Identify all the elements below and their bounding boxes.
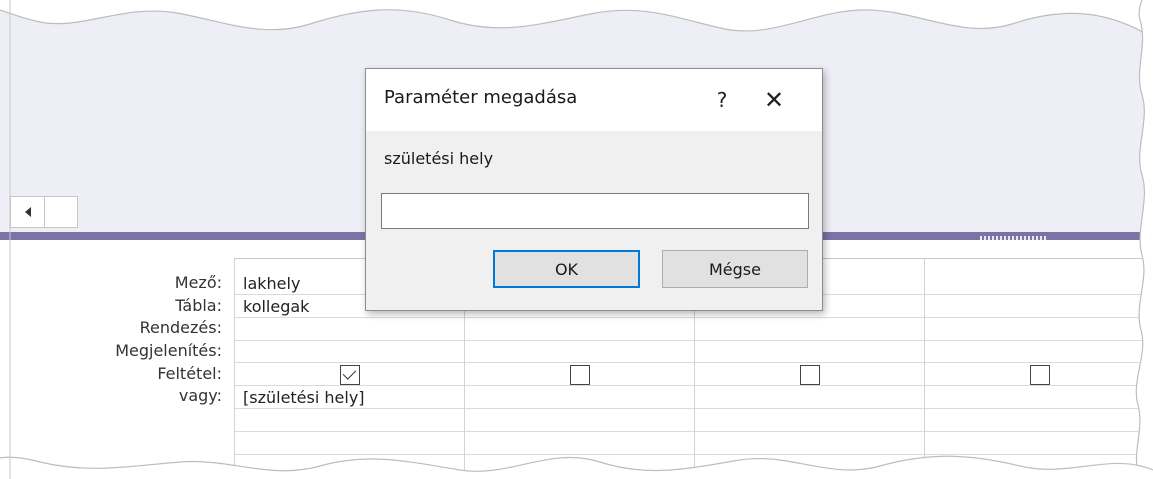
row-label-show: Megjelenítés: xyxy=(115,341,222,361)
ok-button[interactable]: OK xyxy=(493,250,640,288)
show-checkbox[interactable] xyxy=(1030,365,1050,385)
close-button[interactable]: ✕ xyxy=(754,83,794,117)
scroll-left-button[interactable] xyxy=(11,197,45,227)
row-label-or: vagy: xyxy=(178,386,222,406)
table-cell[interactable]: kollegak xyxy=(243,297,309,316)
row-label-table: Tábla: xyxy=(175,295,222,315)
triangle-left-icon xyxy=(24,207,31,217)
horizontal-scrollbar[interactable] xyxy=(10,196,78,228)
field-cell[interactable]: lakhely xyxy=(243,274,300,293)
row-label-criteria: Feltétel: xyxy=(157,363,222,383)
criteria-cell[interactable]: [születési hely] xyxy=(243,388,365,407)
cancel-button[interactable]: Mégse xyxy=(662,250,808,288)
show-checkbox[interactable] xyxy=(570,365,590,385)
parameter-input[interactable] xyxy=(381,193,809,229)
row-label-sort: Rendezés: xyxy=(139,318,222,338)
dialog-title: Paraméter megadása xyxy=(384,87,578,108)
show-checkbox[interactable] xyxy=(340,365,360,385)
scroll-thumb[interactable] xyxy=(45,197,77,227)
parameter-prompt: születési hely xyxy=(384,149,494,168)
show-checkbox[interactable] xyxy=(800,365,820,385)
row-label-field: Mező: xyxy=(174,273,222,292)
parameter-dialog: Paraméter megadása ? ✕ születési hely OK… xyxy=(365,68,823,311)
row-labels: Mező: Tábla: Rendezés: Megjelenítés: Fel… xyxy=(0,272,222,408)
grid-column-4 xyxy=(924,258,1153,479)
splitter-grip[interactable] xyxy=(980,236,1046,240)
help-button[interactable]: ? xyxy=(704,83,740,117)
dialog-titlebar[interactable]: Paraméter megadása ? ✕ xyxy=(366,69,822,131)
